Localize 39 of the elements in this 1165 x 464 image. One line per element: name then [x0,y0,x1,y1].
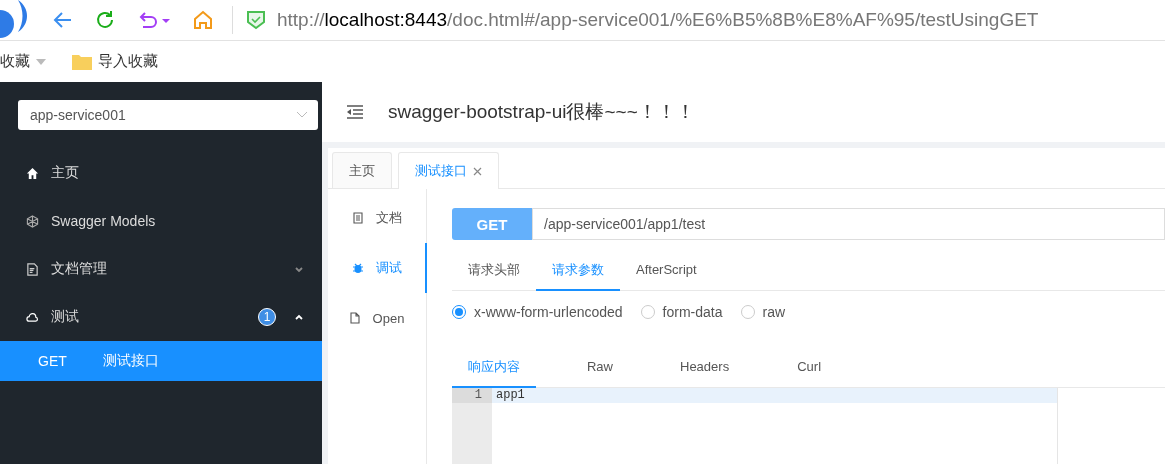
caret-icon [36,58,46,65]
radio-option[interactable]: form-data [640,304,723,320]
request-tab[interactable]: 请求头部 [452,250,536,291]
cube-icon [26,214,39,228]
file-icon [348,312,361,324]
shield-icon [247,10,265,30]
close-icon[interactable] [473,166,482,176]
sidebar-item[interactable]: 文档管理 [0,245,322,293]
document-icon [351,212,364,224]
page-tab[interactable]: 主页 [332,152,392,188]
response-tab[interactable]: Headers [664,347,746,388]
chevron-icon [296,111,308,119]
menu-icon[interactable] [346,105,364,119]
response-tab[interactable]: Curl [769,347,850,388]
sidebar-item[interactable]: Swagger Models [0,197,322,245]
bug-icon [351,262,364,274]
bookmark-folder[interactable]: 导入收藏 [72,52,158,71]
method-label: GET [452,208,532,240]
home-icon[interactable] [192,9,214,31]
home-icon [26,166,39,180]
reload-icon[interactable] [94,9,116,31]
response-tab[interactable]: Raw [560,347,640,388]
url-field[interactable]: /app-service001/app1/test [532,208,1165,240]
radio-option[interactable]: raw [740,304,786,320]
side-tab[interactable]: 文档 [328,193,427,243]
service-select[interactable]: app-service001 [18,100,318,130]
page-title: swagger-bootstrap-ui很棒~~~！！！ [388,100,695,124]
line-number: 1 [452,388,492,403]
address-field[interactable]: http://localhost:8443/doc.html#/app-service001/%E6%B5%8B%E8%AF%95/testUsingGET [247,9,1039,31]
cloud-icon [26,310,39,324]
count-badge: 1 [258,308,276,326]
request-tab[interactable]: AfterScript [620,250,713,291]
sidebar-item[interactable]: 测试 1 [0,293,322,341]
side-tab[interactable]: Open [328,293,427,343]
sidebar-item[interactable]: 主页 [0,149,322,197]
radio-option[interactable]: x-www-form-urlencoded [452,304,623,320]
bookmarks-menu[interactable]: 收藏 [0,52,46,71]
document-icon [26,262,39,276]
folder-icon [72,53,92,70]
